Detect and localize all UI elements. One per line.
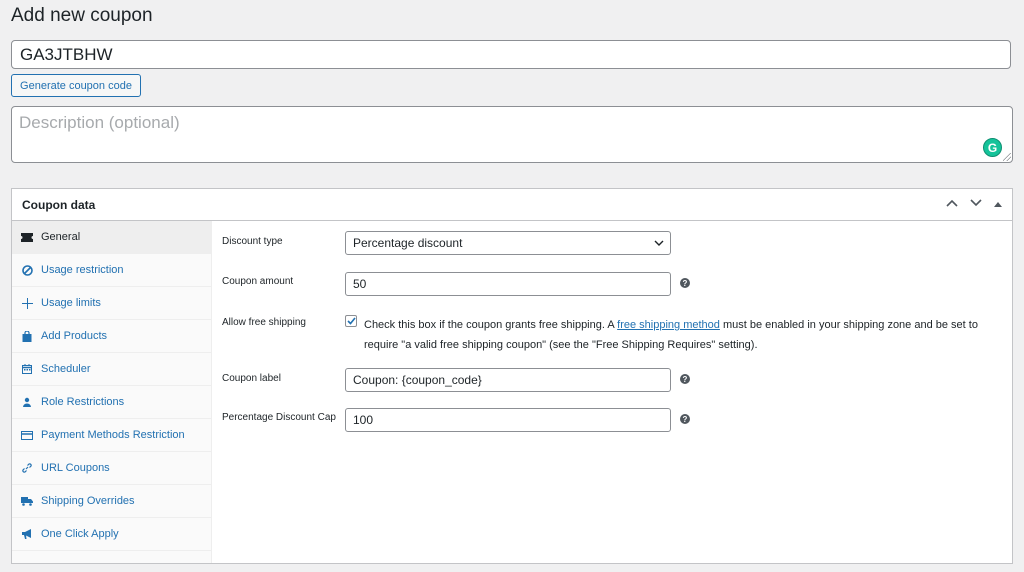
- free-shipping-checkbox[interactable]: [345, 315, 357, 327]
- free-shipping-label: Allow free shipping: [222, 317, 306, 328]
- coupon-tabs: General Usage restriction Usage limits A…: [12, 221, 212, 563]
- description-placeholder: Description (optional): [19, 113, 180, 132]
- link-icon: [20, 461, 34, 475]
- coupon-code-input[interactable]: GA3JTBHW: [11, 40, 1011, 69]
- tab-label: Role Restrictions: [41, 396, 125, 408]
- chevron-down-icon: [654, 236, 664, 250]
- general-tab-content: Discount type Percentage discount Coupon…: [212, 221, 1012, 563]
- user-icon: [20, 395, 34, 409]
- tab-usage-limits[interactable]: Usage limits: [12, 287, 211, 320]
- generate-coupon-code-button[interactable]: Generate coupon code: [11, 74, 141, 97]
- tab-label: One Click Apply: [41, 528, 119, 540]
- free-shipping-text-before: Check this box if the coupon grants free…: [364, 319, 618, 331]
- tab-scheduler[interactable]: Scheduler: [12, 353, 211, 386]
- plus-icon: [20, 296, 34, 310]
- coupon-data-panel: Coupon data General Usage restriction Us…: [11, 188, 1013, 564]
- megaphone-icon: [20, 527, 34, 541]
- panel-actions: [946, 189, 1002, 220]
- tab-payment-methods-restriction[interactable]: Payment Methods Restriction: [12, 419, 211, 452]
- percentage-discount-cap-input[interactable]: 100: [345, 408, 671, 432]
- coupon-label-input[interactable]: Coupon: {coupon_code}: [345, 368, 671, 392]
- panel-header: Coupon data: [12, 189, 1012, 221]
- tab-label: Payment Methods Restriction: [41, 429, 185, 441]
- tab-label: Usage limits: [41, 297, 101, 309]
- coupon-amount-input[interactable]: 50: [345, 272, 671, 296]
- calendar-icon: [20, 362, 34, 376]
- tab-label: Shipping Overrides: [41, 495, 135, 507]
- ticket-icon: [20, 230, 34, 244]
- tab-role-restrictions[interactable]: Role Restrictions: [12, 386, 211, 419]
- page-title: Add new coupon: [11, 5, 153, 26]
- tab-label: General: [41, 231, 81, 243]
- tab-usage-restriction[interactable]: Usage restriction: [12, 254, 211, 287]
- tab-label: Usage restriction: [41, 264, 124, 276]
- tab-label: URL Coupons: [41, 462, 110, 474]
- collapse-toggle-icon[interactable]: [994, 199, 1002, 210]
- tab-label: Scheduler: [41, 363, 91, 375]
- description-textarea[interactable]: Description (optional) G: [11, 106, 1013, 163]
- percentage-discount-cap-label: Percentage Discount Cap: [222, 412, 336, 423]
- help-tip-icon[interactable]: ?: [680, 374, 690, 384]
- move-up-icon[interactable]: [946, 199, 958, 210]
- resize-handle-icon[interactable]: [1003, 153, 1011, 161]
- tab-general[interactable]: General: [12, 221, 211, 254]
- coupon-label-label: Coupon label: [222, 373, 281, 384]
- tab-add-products[interactable]: Add Products: [12, 320, 211, 353]
- panel-title: Coupon data: [22, 197, 96, 212]
- coupon-amount-label: Coupon amount: [222, 276, 294, 287]
- truck-icon: [20, 494, 34, 508]
- discount-type-label: Discount type: [222, 236, 283, 247]
- move-down-icon[interactable]: [970, 199, 982, 210]
- help-tip-icon[interactable]: ?: [680, 278, 690, 288]
- tab-shipping-overrides[interactable]: Shipping Overrides: [12, 485, 211, 518]
- bag-icon: [20, 329, 34, 343]
- tab-one-click-apply[interactable]: One Click Apply: [12, 518, 211, 551]
- block-icon: [20, 263, 34, 277]
- discount-type-select[interactable]: Percentage discount: [345, 231, 671, 255]
- tab-url-coupons[interactable]: URL Coupons: [12, 452, 211, 485]
- free-shipping-description: Check this box if the coupon grants free…: [364, 315, 1004, 355]
- tab-label: Add Products: [41, 330, 108, 342]
- grammarly-icon[interactable]: G: [983, 138, 1002, 157]
- help-tip-icon[interactable]: ?: [680, 414, 690, 424]
- discount-type-value: Percentage discount: [353, 236, 463, 250]
- free-shipping-method-link[interactable]: free shipping method: [617, 319, 720, 331]
- card-icon: [20, 428, 34, 442]
